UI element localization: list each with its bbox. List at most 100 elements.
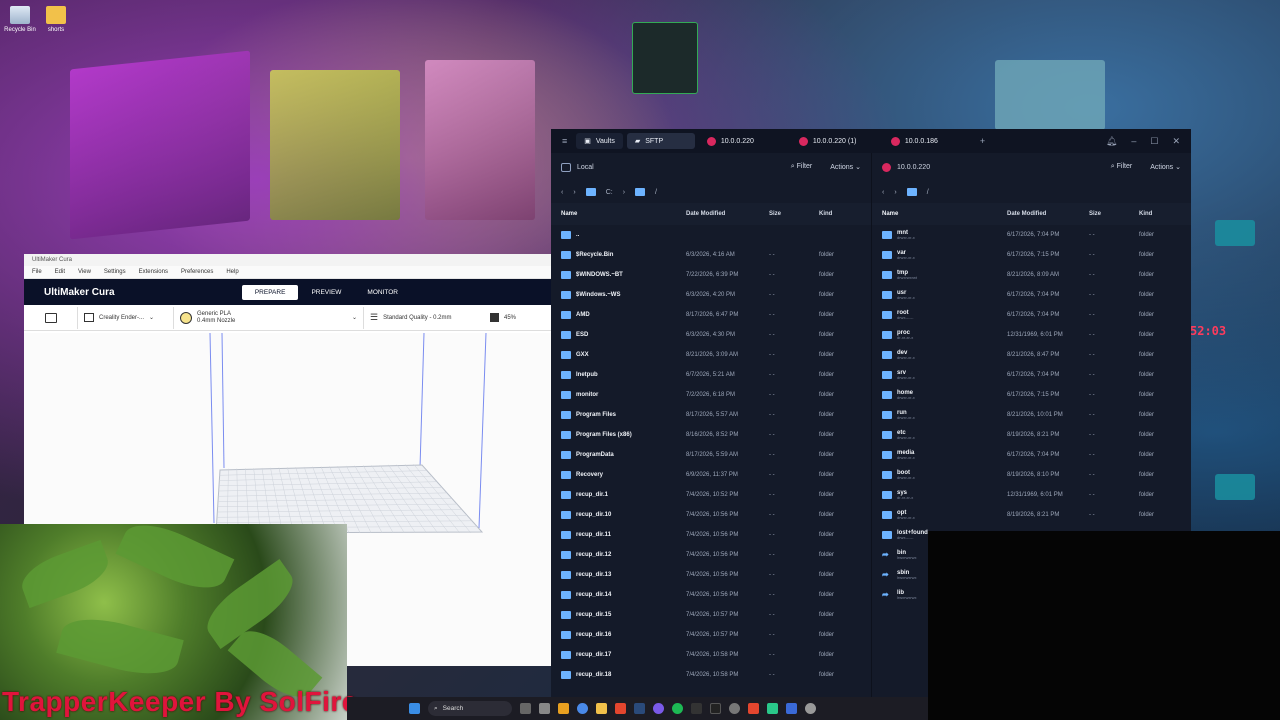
breadcrumb-drive[interactable]: C:	[606, 189, 613, 196]
termius-icon[interactable]	[767, 703, 778, 714]
close-button[interactable]: ✕	[1167, 136, 1185, 147]
desktop-icon-shorts[interactable]: shorts	[36, 6, 76, 33]
taskbar-search[interactable]: ⌕ Search	[428, 701, 512, 716]
table-row[interactable]: proc dr-xr-xr-x 12/31/1969, 6:01 PM - - fold…	[872, 325, 1191, 345]
print-settings-selector[interactable]: ☰ Standard Quality - 0.2mm	[364, 307, 484, 329]
tab-monitor[interactable]: MONITOR	[354, 285, 411, 300]
table-row[interactable]: media drwxr-xr-x 6/17/2026, 7:04 PM - - fold…	[872, 445, 1191, 465]
table-row[interactable]: Program Files (x86) 8/16/2026, 8:52 PM - -…	[551, 425, 871, 445]
task-view-icon[interactable]	[520, 703, 531, 714]
table-row[interactable]: boot drwxr-xr-x 8/19/2026, 8:10 PM - - folde…	[872, 465, 1191, 485]
brave-icon[interactable]	[748, 703, 759, 714]
minimize-button[interactable]: –	[1126, 136, 1141, 146]
table-row[interactable]: Program Files 8/17/2026, 5:57 AM - - folder	[551, 405, 871, 425]
menu-icon[interactable]: ≡	[557, 136, 572, 146]
column-date[interactable]: Date Modified	[1007, 211, 1089, 217]
app-icon[interactable]	[653, 703, 664, 714]
table-row[interactable]: srv drwxr-xr-x 6/17/2026, 7:04 PM - - folder	[872, 365, 1191, 385]
add-tab-button[interactable]: +	[975, 136, 990, 146]
app-icon[interactable]	[539, 703, 550, 714]
table-row[interactable]: tmp drwxrwxrwt 8/21/2026, 8:09 AM - - folder	[872, 265, 1191, 285]
table-row[interactable]: recup_dir.15 7/4/2026, 10:57 PM - - folder	[551, 605, 871, 625]
table-row[interactable]: var drwxr-xr-x 6/17/2026, 7:15 PM - - folder	[872, 245, 1191, 265]
menu-item-preferences[interactable]: Preferences	[181, 269, 213, 275]
tab-host-2[interactable]: 10.0.0.220 (1)	[791, 133, 879, 149]
table-row[interactable]: Recovery 6/9/2026, 11:37 PM - - folder	[551, 465, 871, 485]
tab-sftp[interactable]: ▰ SFTP	[626, 133, 695, 149]
actions-button[interactable]: Actions ⌄	[1150, 163, 1181, 171]
chrome-icon[interactable]	[577, 703, 588, 714]
app-icon[interactable]	[786, 703, 797, 714]
menu-item-edit[interactable]: Edit	[55, 269, 65, 275]
tab-preview[interactable]: PREVIEW	[298, 285, 354, 300]
table-row[interactable]: $Windows.~WS 6/3/2026, 4:20 PM - - folder	[551, 285, 871, 305]
table-row[interactable]: recup_dir.12 7/4/2026, 10:56 PM - - folder	[551, 545, 871, 565]
desktop-icon-recycle-bin[interactable]: Recycle Bin	[0, 6, 40, 33]
table-row[interactable]: recup_dir.1 7/4/2026, 10:52 PM - - folder	[551, 485, 871, 505]
tab-host-1[interactable]: 10.0.0.220	[699, 133, 787, 149]
brave-icon[interactable]	[615, 703, 626, 714]
menu-item-view[interactable]: View	[78, 269, 91, 275]
table-row[interactable]: opt drwxr-xr-x 8/19/2026, 8:21 PM - - folder	[872, 505, 1191, 525]
actions-button[interactable]: Actions ⌄	[830, 163, 861, 171]
table-row[interactable]: recup_dir.17 7/4/2026, 10:58 PM - - folder	[551, 645, 871, 665]
tab-host-3[interactable]: 10.0.0.186	[883, 133, 971, 149]
column-kind[interactable]: Kind	[1139, 211, 1189, 217]
table-row[interactable]: etc drwxr-xr-x 8/19/2026, 8:21 PM - - folder	[872, 425, 1191, 445]
app-icon[interactable]	[558, 703, 569, 714]
printer-selector[interactable]: Creality Ender-... ⌄	[78, 306, 174, 329]
table-row[interactable]: monitor 7/2/2026, 6:18 PM - - folder	[551, 385, 871, 405]
table-row[interactable]: Inetpub 6/7/2026, 5:21 AM - - folder	[551, 365, 871, 385]
settings-icon[interactable]	[729, 703, 740, 714]
breadcrumb-root[interactable]: /	[927, 189, 929, 196]
app-icon[interactable]	[691, 703, 702, 714]
forward-button[interactable]: ›	[894, 189, 896, 196]
column-date[interactable]: Date Modified	[686, 211, 769, 217]
table-row[interactable]: ESD 6/3/2026, 4:30 PM - - folder	[551, 325, 871, 345]
forward-button[interactable]: ›	[573, 189, 575, 196]
steam-icon[interactable]	[634, 703, 645, 714]
table-row[interactable]: GXX 8/21/2026, 3:09 AM - - folder	[551, 345, 871, 365]
maximize-button[interactable]: ☐	[1145, 136, 1163, 147]
windows-start-icon[interactable]	[409, 703, 420, 714]
menu-item-help[interactable]: Help	[226, 269, 238, 275]
tab-vaults[interactable]: ▣ Vaults	[576, 133, 623, 149]
table-row[interactable]: run drwxr-xr-x 8/21/2026, 10:01 PM - - folde…	[872, 405, 1191, 425]
table-row[interactable]: home drwxr-xr-x 6/17/2026, 7:15 PM - - folde…	[872, 385, 1191, 405]
table-row[interactable]: root drwx------ 6/17/2026, 7:04 PM - - folde…	[872, 305, 1191, 325]
table-row[interactable]: usr drwxr-xr-x 6/17/2026, 7:04 PM - - folder	[872, 285, 1191, 305]
table-row[interactable]: recup_dir.11 7/4/2026, 10:56 PM - - folder	[551, 525, 871, 545]
filter-button[interactable]: ⌕ Filter	[1111, 163, 1132, 171]
column-size[interactable]: Size	[1089, 211, 1139, 217]
table-row[interactable]: recup_dir.18 7/4/2026, 10:58 PM - - folder	[551, 665, 871, 685]
table-row[interactable]: mnt drwxr-xr-x 6/17/2026, 7:04 PM - - folder	[872, 225, 1191, 245]
table-row[interactable]: ProgramData 8/17/2026, 5:59 AM - - folder	[551, 445, 871, 465]
table-row[interactable]: AMD 8/17/2026, 6:47 PM - - folder	[551, 305, 871, 325]
open-file-button[interactable]	[24, 306, 78, 329]
back-button[interactable]: ‹	[882, 189, 884, 196]
bell-icon[interactable]: 🔔︎	[1101, 136, 1122, 147]
column-size[interactable]: Size	[769, 211, 819, 217]
table-row[interactable]: $Recycle.Bin 6/3/2026, 4:16 AM - - folder	[551, 245, 871, 265]
column-name[interactable]: Name	[551, 211, 686, 217]
table-row[interactable]: recup_dir.16 7/4/2026, 10:57 PM - - folder	[551, 625, 871, 645]
breadcrumb-root[interactable]: /	[655, 189, 657, 196]
back-button[interactable]: ‹	[561, 189, 563, 196]
table-row[interactable]: recup_dir.13 7/4/2026, 10:56 PM - - folder	[551, 565, 871, 585]
table-row[interactable]: $WINDOWS.~BT 7/22/2026, 6:39 PM - - folder	[551, 265, 871, 285]
app-icon[interactable]	[805, 703, 816, 714]
tab-prepare[interactable]: PREPARE	[241, 284, 299, 300]
menu-item-settings[interactable]: Settings	[104, 269, 126, 275]
material-selector[interactable]: Generic PLA 0.4mm Nozzle ⌄	[174, 306, 364, 329]
table-row[interactable]: recup_dir.10 7/4/2026, 10:56 PM - - folder	[551, 505, 871, 525]
table-row[interactable]: dev drwxr-xr-x 8/21/2026, 8:47 PM - - folder	[872, 345, 1191, 365]
table-row[interactable]: sys dr-xr-xr-x 12/31/1969, 6:01 PM - - folde…	[872, 485, 1191, 505]
table-row[interactable]: ..	[551, 225, 871, 245]
app-icon[interactable]	[710, 703, 721, 714]
table-row[interactable]: recup_dir.14 7/4/2026, 10:56 PM - - folder	[551, 585, 871, 605]
menu-item-file[interactable]: File	[32, 269, 42, 275]
filter-button[interactable]: ⌕ Filter	[791, 163, 812, 171]
file-explorer-icon[interactable]	[596, 703, 607, 714]
spotify-icon[interactable]	[672, 703, 683, 714]
column-name[interactable]: Name	[872, 211, 1007, 217]
